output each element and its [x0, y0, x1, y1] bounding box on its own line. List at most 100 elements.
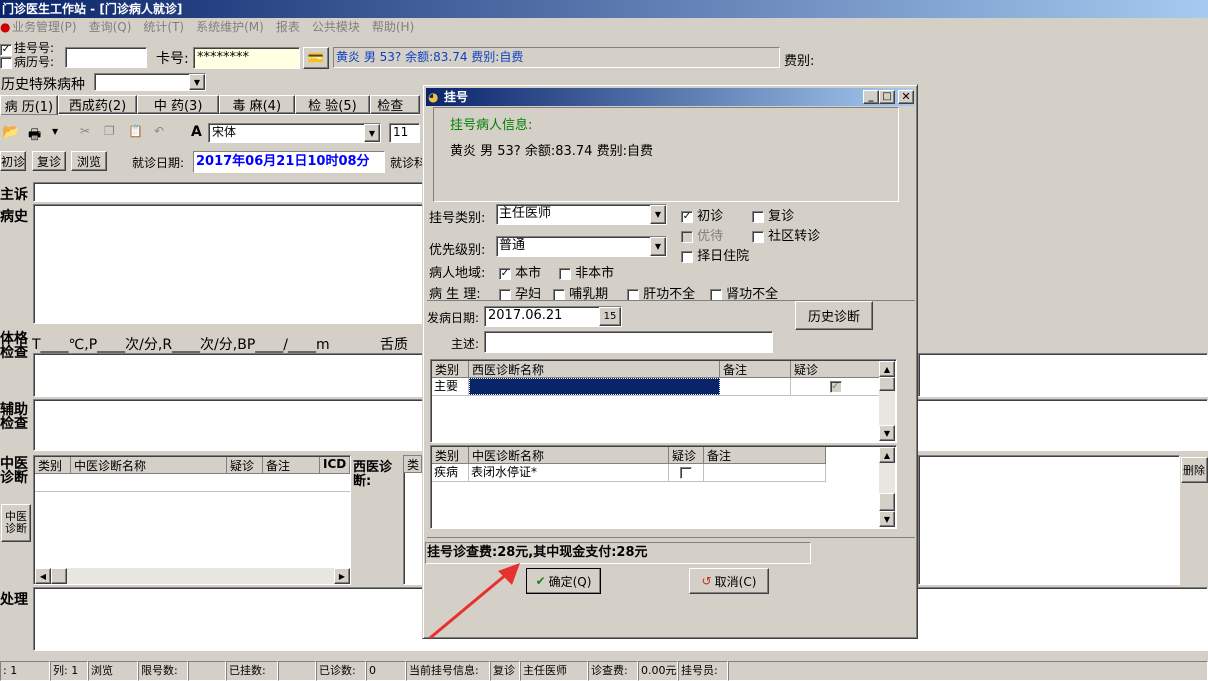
- font-select[interactable]: 宋体 ▼: [208, 123, 381, 143]
- window-title: 门诊医生工作站 - [门诊病人就诊]: [2, 2, 183, 16]
- scroll-up-icon[interactable]: ▲: [879, 447, 895, 463]
- tab-western-medicine[interactable]: 西成药(2): [57, 95, 138, 114]
- menu-help[interactable]: 帮助(H): [372, 18, 414, 37]
- dialog-app-icon: ◕: [428, 90, 439, 104]
- tab-record[interactable]: 病 历(1): [0, 95, 58, 115]
- reg-type-select[interactable]: 主任医师 ▼: [496, 204, 667, 225]
- copy-icon[interactable]: ❐: [104, 124, 115, 138]
- cb-local[interactable]: ✓ 本市: [499, 262, 541, 281]
- tab-tcm[interactable]: 中 药(3): [137, 95, 219, 114]
- priority-select[interactable]: 普通 ▼: [496, 236, 667, 257]
- scroll-up-icon[interactable]: ▲: [879, 361, 895, 377]
- tcm-diag-button[interactable]: 中医诊断: [1, 504, 31, 542]
- scroll-thumb[interactable]: [51, 568, 67, 584]
- cb-followup[interactable]: 复诊: [752, 205, 794, 224]
- chevron-down-icon[interactable]: ▼: [650, 237, 666, 256]
- col-suspect: 疑诊: [669, 447, 704, 464]
- first-visit-button[interactable]: 初诊: [0, 151, 26, 171]
- calendar-icon[interactable]: 15: [599, 307, 621, 326]
- tab-narcotic[interactable]: 毒 麻(4): [218, 95, 295, 114]
- wm-name-cell[interactable]: [469, 378, 720, 395]
- chevron-down-icon[interactable]: ▼: [189, 74, 205, 90]
- tab-lab[interactable]: 检 验(5): [294, 95, 371, 114]
- onset-date-input[interactable]: 2017.06.21 15: [484, 306, 622, 327]
- reg-no-input[interactable]: [65, 47, 147, 68]
- fee-type-label: 费别:: [784, 54, 815, 69]
- chevron-down-icon[interactable]: ▼: [650, 205, 666, 224]
- tcm-diagnosis-table[interactable]: 类别 中医诊断名称 疑诊 备注 疾病 表闭水停证* ▲ ▼: [430, 445, 897, 529]
- menu-query[interactable]: 查询(Q): [89, 18, 132, 37]
- print-icon[interactable]: 🖶: [28, 124, 41, 148]
- close-button[interactable]: ✕: [898, 90, 914, 104]
- scroll-down-icon[interactable]: ▼: [879, 511, 895, 527]
- chevron-down-icon[interactable]: ▼: [52, 127, 58, 136]
- record-checkbox[interactable]: [0, 55, 12, 69]
- cancel-button[interactable]: ↺ 取消(C): [689, 568, 769, 594]
- cb-community[interactable]: 社区转诊: [752, 225, 820, 244]
- physical-exam-input[interactable]: [33, 353, 423, 397]
- tab-bar: 病 历(1) 西成药(2) 中 药(3) 毒 麻(4) 检 验(5) 检查: [0, 95, 421, 115]
- table-row[interactable]: 主要 ✓: [432, 378, 880, 396]
- wm-diag-right[interactable]: [918, 455, 1180, 585]
- chevron-down-icon[interactable]: ▼: [364, 124, 380, 142]
- followup-button[interactable]: 复诊: [32, 151, 66, 171]
- ok-button[interactable]: ✔ 确定(Q): [526, 568, 601, 594]
- tcm-diag-table[interactable]: 类别 中医诊断名称 疑诊 备注 ICD ◀ ▶: [33, 455, 351, 585]
- cb-nonlocal[interactable]: 非本市: [559, 262, 614, 281]
- menu-public[interactable]: 公共模块: [312, 18, 360, 37]
- table-row[interactable]: [35, 474, 350, 492]
- treatment-label-text: 处理: [0, 592, 28, 608]
- app-icon: ●: [0, 20, 11, 34]
- chief-complaint-input[interactable]: [33, 182, 423, 202]
- h-scrollbar[interactable]: ◀ ▶: [35, 568, 350, 584]
- history-diagnosis-button[interactable]: 历史诊断: [795, 301, 873, 330]
- cb-select-day[interactable]: 择日住院: [681, 245, 749, 264]
- card-input[interactable]: ********: [193, 47, 300, 69]
- history-disease-select[interactable]: ▼: [94, 73, 206, 91]
- onset-date-label: 发病日期:: [427, 311, 480, 325]
- tab-exam[interactable]: 检查: [370, 95, 421, 114]
- scroll-thumb[interactable]: [879, 493, 895, 511]
- visit-dept-label: 就诊科: [390, 156, 422, 170]
- exam-right-input[interactable]: [918, 353, 1208, 397]
- suspect-checkbox[interactable]: [680, 466, 692, 479]
- reg-checkbox[interactable]: ✓: [0, 42, 12, 56]
- card-reader-icon: 💳: [307, 50, 325, 66]
- font-size-select[interactable]: 11: [389, 123, 420, 143]
- menu-bar: ● 业务管理(P) 查询(Q) 统计(T) 系统维护(M) 报表 公共模块 帮助…: [0, 18, 1208, 37]
- minimize-button[interactable]: _: [863, 90, 879, 104]
- scroll-left-icon[interactable]: ◀: [35, 568, 51, 584]
- scroll-thumb[interactable]: [879, 377, 895, 391]
- col-suspect: 疑诊: [227, 457, 263, 474]
- menu-business[interactable]: 业务管理(P): [12, 18, 77, 37]
- wm-diagnosis-table[interactable]: 类别 西医诊断名称 备注 疑诊 主要 ✓ ▲ ▼: [430, 359, 897, 443]
- card-label: 卡号:: [156, 51, 189, 67]
- info-text: 黄炎 男 53? 余额:83.74 费别:自费: [450, 144, 653, 159]
- history-disease-label: 历史特殊病种: [1, 77, 85, 93]
- region-label: 病人地域:: [429, 266, 486, 281]
- scroll-right-icon[interactable]: ▶: [334, 568, 350, 584]
- aux-exam-label: 辅助检查: [0, 402, 28, 432]
- history-input[interactable]: [33, 204, 423, 324]
- read-card-button[interactable]: 💳: [303, 47, 329, 69]
- cb-priority[interactable]: 优待: [681, 225, 723, 244]
- paste-icon[interactable]: 📋: [128, 124, 143, 138]
- tcm-diag-label: 中医诊断: [0, 456, 28, 486]
- menu-maintenance[interactable]: 系统维护(M): [196, 18, 264, 37]
- undo-icon[interactable]: ↶: [154, 124, 164, 138]
- menu-stats[interactable]: 统计(T): [143, 18, 184, 37]
- table-row[interactable]: 疾病 表闭水停证*: [432, 464, 826, 482]
- menu-report[interactable]: 报表: [276, 18, 300, 37]
- browse-button[interactable]: 浏览: [71, 151, 107, 171]
- cut-icon[interactable]: ✂: [80, 124, 90, 138]
- chief-input[interactable]: [484, 331, 773, 353]
- cb-first-visit[interactable]: ✓ 初诊: [681, 205, 723, 224]
- v-scrollbar[interactable]: ▲ ▼: [879, 361, 895, 441]
- delete-button[interactable]: 删除: [1181, 457, 1208, 483]
- suspect-checkbox[interactable]: ✓: [829, 380, 842, 393]
- maximize-button[interactable]: □: [879, 90, 895, 104]
- col-note: 备注: [720, 361, 791, 378]
- scroll-down-icon[interactable]: ▼: [879, 425, 895, 441]
- v-scrollbar[interactable]: ▲ ▼: [879, 447, 895, 527]
- open-icon[interactable]: 📂: [2, 124, 19, 140]
